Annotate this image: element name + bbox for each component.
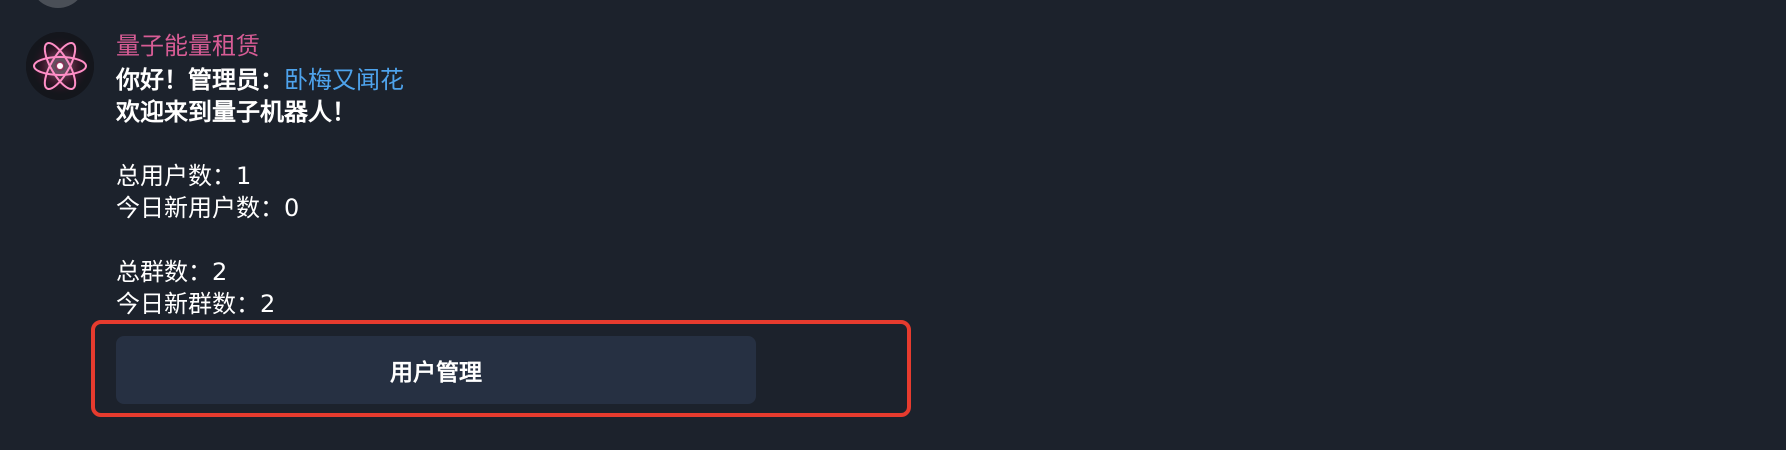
message-text: 你好！管理员：卧梅又闻花 欢迎来到量子机器人！ 总用户数：1 今日新用户数：0 … — [116, 64, 404, 320]
total-groups-line: 总群数：2 — [116, 258, 228, 286]
total-users-line: 总用户数：1 — [116, 162, 252, 190]
greeting-line: 你好！管理员：卧梅又闻花 — [116, 64, 404, 96]
user-management-button[interactable]: 用户管理 — [116, 336, 756, 404]
sender-name[interactable]: 量子能量租赁 — [116, 28, 404, 64]
new-groups-today-line: 今日新群数：2 — [116, 290, 276, 318]
avatar[interactable] — [26, 32, 94, 100]
admin-mention-link[interactable]: 卧梅又闻花 — [284, 66, 404, 94]
new-users-today-line: 今日新用户数：0 — [116, 194, 300, 222]
greeting-prefix: 你好！管理员： — [116, 66, 284, 94]
welcome-line: 欢迎来到量子机器人！ — [116, 98, 356, 126]
bot-message: 量子能量租赁 你好！管理员：卧梅又闻花 欢迎来到量子机器人！ 总用户数：1 今日… — [116, 28, 404, 320]
previous-avatar — [30, 0, 86, 8]
atom-icon — [26, 32, 94, 100]
